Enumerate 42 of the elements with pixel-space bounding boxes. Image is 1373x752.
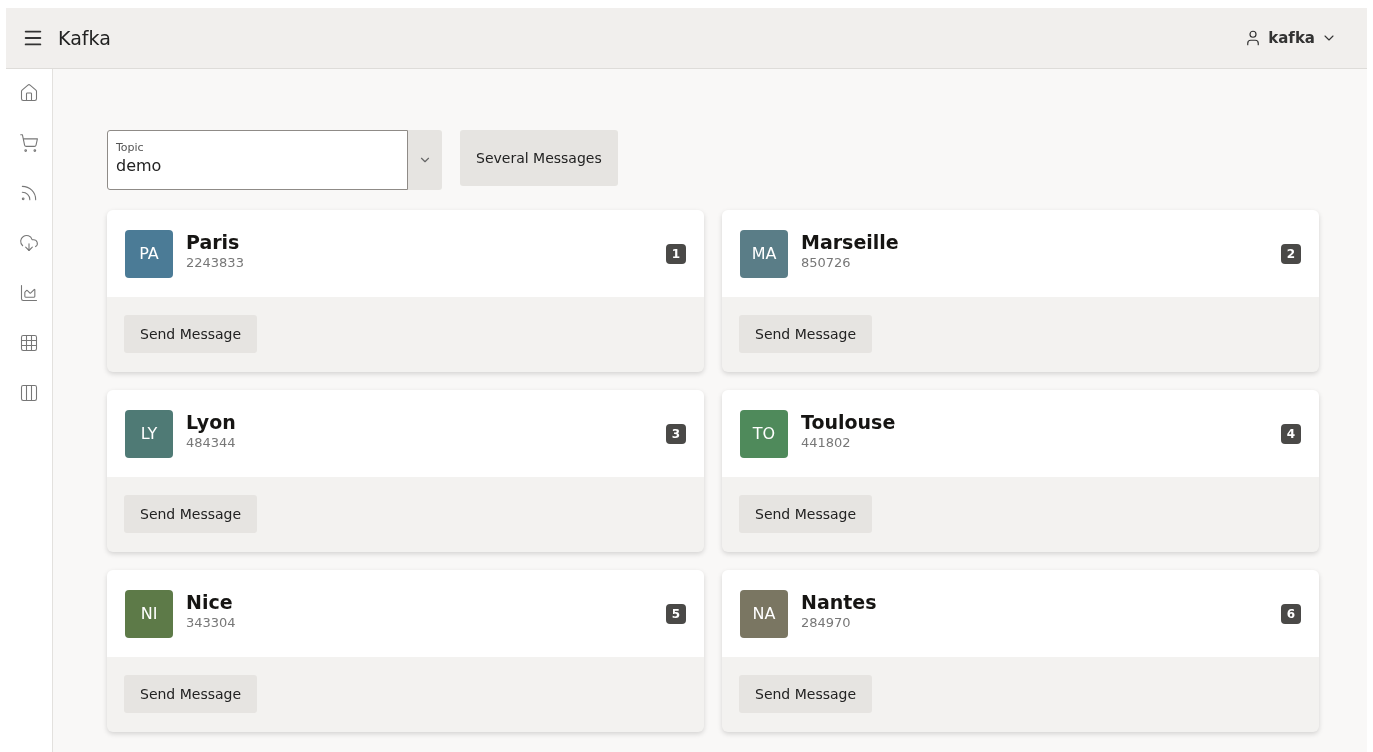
city-value: 2243833	[186, 255, 245, 270]
city-name: Toulouse	[801, 411, 897, 433]
avatar: MA	[740, 229, 788, 278]
field-value: demo	[116, 156, 163, 175]
city-value: 484344	[186, 435, 237, 450]
send-message-button[interactable]: Send Message	[739, 495, 873, 533]
user-menu[interactable]: kafka	[1244, 29, 1351, 47]
grid-icon[interactable]	[19, 333, 39, 353]
send-message-button[interactable]: Send Message	[124, 495, 258, 533]
avatar: NI	[125, 589, 173, 638]
count-badge: 6	[1280, 603, 1301, 624]
count-badge: 2	[1280, 243, 1301, 264]
city-value: 343304	[186, 615, 237, 630]
count-badge: 5	[665, 603, 686, 624]
city-name: Nice	[186, 591, 234, 613]
city-value: 441802	[801, 435, 852, 450]
cart-icon[interactable]	[19, 133, 39, 153]
count-badge: 3	[665, 423, 686, 444]
count-badge: 1	[665, 243, 686, 264]
field-label: Topic	[116, 141, 145, 154]
feed-icon[interactable]	[19, 183, 39, 203]
city-value: 850726	[801, 255, 852, 270]
avatar: LY	[125, 409, 173, 458]
topic-select[interactable]: Topic demo	[107, 130, 408, 190]
city-value: 284970	[801, 615, 852, 630]
send-message-button[interactable]: Send Message	[739, 675, 873, 713]
home-icon[interactable]	[19, 83, 39, 103]
avatar: NA	[740, 589, 788, 638]
avatar: PA	[125, 229, 173, 278]
city-name: Nantes	[801, 591, 878, 613]
city-name: Lyon	[186, 411, 237, 433]
count-badge: 4	[1280, 423, 1301, 444]
chart-icon[interactable]	[19, 283, 39, 303]
cloud-download-icon[interactable]	[19, 233, 39, 253]
send-message-button[interactable]: Send Message	[124, 675, 258, 713]
several-messages-button[interactable]: Several Messages	[460, 130, 618, 186]
city-name: Marseille	[801, 231, 900, 253]
city-name: Paris	[186, 231, 241, 253]
send-message-button[interactable]: Send Message	[124, 315, 258, 353]
avatar: TO	[740, 409, 788, 458]
send-message-button[interactable]: Send Message	[739, 315, 873, 353]
app-title: Kafka	[58, 27, 112, 49]
